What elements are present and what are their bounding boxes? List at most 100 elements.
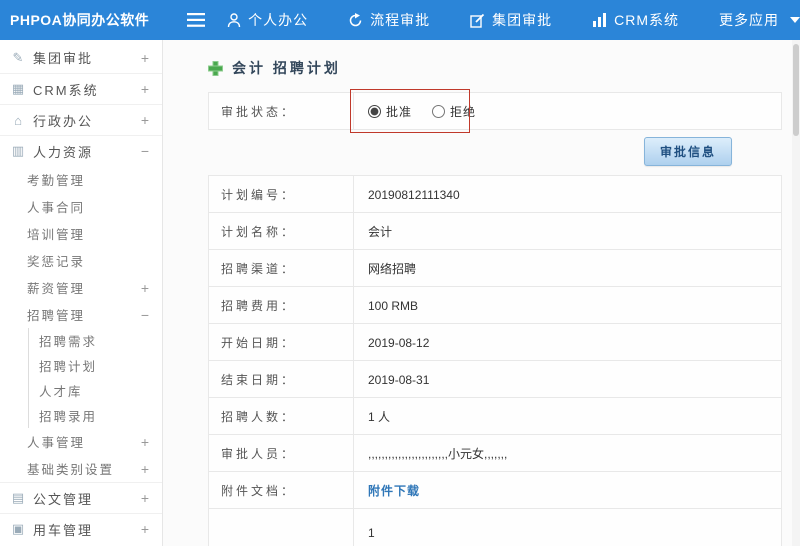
field-label: 计划编号：: [209, 176, 354, 212]
field-value: 1 人: [368, 410, 391, 424]
sidebar-item-label: 行政办公: [33, 113, 94, 129]
field-row-approvers: 审批人员： ,,,,,,,,,,,,,,,,,,,,,,,,小元女,,,,,,,: [209, 435, 781, 472]
expand-icon[interactable]: +: [141, 490, 149, 506]
sidebar-item-basic-category[interactable]: 基础类别设置 +: [0, 455, 162, 482]
sidebar-item-label: 人事管理: [27, 436, 86, 450]
collapse-icon[interactable]: −: [141, 307, 149, 323]
nav-group-approval[interactable]: 集团审批: [470, 10, 552, 30]
sidebar-item-recruit-mgmt[interactable]: 招聘管理 −: [0, 301, 162, 328]
radio-input-approve[interactable]: [368, 104, 381, 118]
sidebar-item-rewards-records[interactable]: 奖惩记录: [0, 247, 162, 274]
expand-icon[interactable]: +: [141, 112, 149, 128]
field-row-end-date: 结束日期： 2019-08-31: [209, 361, 781, 398]
sidebar-item-crm-system[interactable]: ▦ CRM系统 +: [0, 73, 162, 104]
sidebar-menu: ✎ 集团审批 + ▦ CRM系统 + ⌂ 行政办公 + ▥ 人力资源 − 考勤管理 人事合同 培训管理 奖惩记…: [0, 42, 162, 544]
field-value-line: 1: [368, 526, 375, 540]
status-section: 审批状态： 批准 拒绝: [208, 89, 782, 133]
expand-icon[interactable]: +: [141, 50, 149, 66]
sidebar-item-label: 招聘需求: [39, 335, 98, 349]
nav-label: 更多应用: [719, 12, 779, 28]
field-label: 招聘说明：: [209, 509, 354, 546]
hr-book-icon: ▥: [11, 143, 25, 158]
field-value: 2019-08-31: [368, 372, 430, 387]
office-building-icon: ⌂: [14, 112, 22, 128]
sidebar-item-vehicle-mgmt[interactable]: ▣ 用车管理 +: [0, 513, 162, 544]
button-row: 审批信息: [208, 130, 782, 175]
sidebar-item-label: 招聘计划: [39, 360, 98, 374]
sidebar-item-label: 考勤管理: [27, 174, 86, 188]
field-label: 附件文档：: [209, 472, 354, 508]
app-title: PHPOA协同办公软件: [10, 12, 150, 28]
field-row-recruit-channel: 招聘渠道： 网络招聘: [209, 250, 781, 287]
scrollbar-thumb[interactable]: [793, 44, 799, 136]
nav-more-apps[interactable]: 更多应用: [719, 10, 800, 30]
chevron-down-icon: [790, 17, 800, 23]
sidebar-item-hr-contract[interactable]: 人事合同: [0, 193, 162, 220]
nav-label: 集团审批: [492, 12, 553, 28]
sidebar-item-recruit-hire[interactable]: 招聘录用: [28, 403, 162, 428]
field-value: 2019-08-12: [368, 335, 430, 350]
main-content: 会计 招聘计划 审批状态： 批准 拒绝 审批信息 计划编号： 20190812111…: [163, 40, 800, 546]
nav-label: 流程审批: [370, 12, 431, 28]
expand-icon[interactable]: +: [141, 280, 149, 296]
sidebar-item-admin-office[interactable]: ⌂ 行政办公 +: [0, 104, 162, 135]
field-label: 审批人员：: [209, 435, 354, 471]
field-label: 结束日期：: [209, 361, 354, 397]
field-row-description: 招聘说明：12: [209, 509, 781, 546]
field-value: 会计: [368, 225, 393, 239]
sidebar-item-recruit-plan[interactable]: 招聘计划: [28, 353, 162, 378]
nav-process-approval[interactable]: 流程审批: [348, 10, 430, 30]
sidebar-item-label: 基础类别设置: [27, 463, 115, 477]
expand-icon[interactable]: +: [141, 461, 149, 477]
radio-input-reject[interactable]: [432, 104, 446, 118]
top-navbar: PHPOA协同办公软件 个人办公 流程审批 集团审批 CRM系统 更多应用: [0, 0, 800, 40]
field-row-plan-number: 计划编号： 20190812111340: [209, 176, 781, 213]
add-icon[interactable]: [208, 60, 223, 76]
documents-icon: ▤: [11, 490, 25, 505]
sidebar-item-group-approval[interactable]: ✎ 集团审批 +: [0, 42, 162, 73]
radio-option-approve[interactable]: 批准: [368, 103, 412, 120]
sidebar-item-label: 用车管理: [33, 522, 94, 538]
nav-crm-system[interactable]: CRM系统: [592, 10, 679, 30]
expand-icon[interactable]: +: [141, 434, 149, 450]
approval-info-button[interactable]: 审批信息: [643, 137, 732, 166]
sidebar-item-human-resources[interactable]: ▥ 人力资源 −: [0, 135, 162, 166]
sidebar-item-personnel-mgmt[interactable]: 人事管理 +: [0, 428, 162, 455]
sidebar-item-label: 人力资源: [33, 144, 94, 160]
sidebar-item-label: 集团审批: [33, 51, 94, 66]
field-label: 计划名称：: [209, 213, 354, 249]
scrollbar[interactable]: [792, 40, 800, 546]
sidebar-item-training[interactable]: 培训管理: [0, 220, 162, 247]
status-label: 审批状态：: [209, 93, 354, 129]
radio-option-reject[interactable]: 拒绝: [432, 103, 476, 120]
radio-label: 拒绝: [450, 104, 477, 119]
nav-label: 个人办公: [248, 12, 309, 28]
expand-icon[interactable]: +: [141, 521, 149, 537]
bar-chart-icon: ▦: [11, 81, 25, 96]
field-row-recruit-cost: 招聘费用： 100 RMB: [209, 287, 781, 324]
attachment-download-link[interactable]: 附件下载: [368, 482, 420, 499]
edit-approval-icon: ✎: [12, 49, 24, 65]
sidebar-item-salary-mgmt[interactable]: 薪资管理 +: [0, 274, 162, 301]
menu-toggle-icon[interactable]: [187, 13, 206, 27]
expand-icon[interactable]: +: [141, 81, 149, 97]
nav-label: CRM系统: [614, 12, 679, 28]
sidebar-item-label: 招聘录用: [39, 410, 98, 424]
field-value: 100 RMB: [368, 298, 419, 313]
sidebar-item-talent-pool[interactable]: 人才库: [28, 378, 162, 403]
edit-approval-icon: [470, 13, 485, 28]
sidebar-item-document-mgmt[interactable]: ▤ 公文管理 +: [0, 482, 162, 513]
page-title: 会计 招聘计划: [232, 60, 341, 76]
sidebar-item-label: 培训管理: [27, 228, 86, 242]
field-label: 招聘渠道：: [209, 250, 354, 286]
collapse-icon[interactable]: −: [141, 143, 149, 159]
vehicle-icon: ▣: [11, 521, 25, 536]
sidebar-item-attendance[interactable]: 考勤管理: [0, 166, 162, 193]
sidebar-item-recruit-demand[interactable]: 招聘需求: [28, 328, 162, 353]
sidebar-item-label: 薪资管理: [27, 282, 86, 296]
sidebar-item-label: 招聘管理: [27, 309, 86, 323]
field-value: 20190812111340: [368, 187, 460, 202]
nav-personal-office[interactable]: 个人办公: [227, 10, 308, 30]
radio-label: 批准: [386, 104, 413, 119]
workflow-icon: [348, 12, 363, 28]
